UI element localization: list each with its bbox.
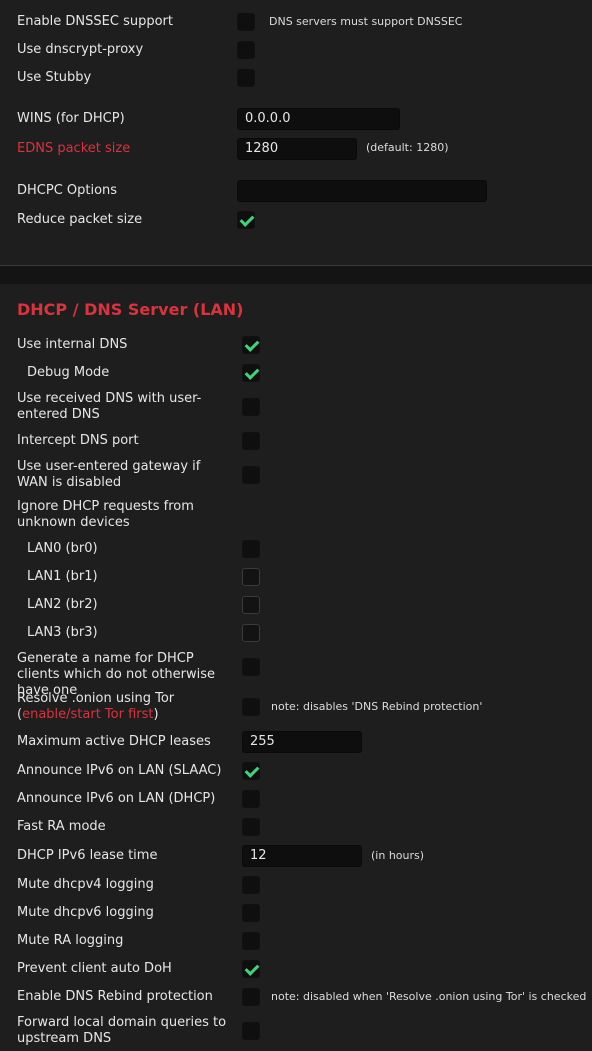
edns-label[interactable]: EDNS packet size <box>17 141 130 157</box>
rebind-note: note: disabled when 'Resolve .onion usin… <box>271 990 587 1003</box>
resolve-onion-checkbox[interactable] <box>242 698 260 716</box>
ipv6-lease-label: DHCP IPv6 lease time <box>17 848 158 863</box>
mute-ra-checkbox[interactable] <box>242 932 260 950</box>
edns-input[interactable]: 1280 <box>237 138 357 160</box>
ipv6-slaac-checkbox[interactable] <box>242 762 260 780</box>
ipv6-dhcp-label: Announce IPv6 on LAN (DHCP) <box>17 791 216 806</box>
debug-mode-checkbox[interactable] <box>242 364 260 382</box>
dnscrypt-label: Use dnscrypt-proxy <box>17 42 144 57</box>
mute-v4-checkbox[interactable] <box>242 876 260 894</box>
reduce-checkbox[interactable] <box>237 211 255 229</box>
max-leases-input[interactable]: 255 <box>242 731 362 753</box>
tor-link-line: (enable/start Tor first) <box>17 707 159 722</box>
reduce-label: Reduce packet size <box>17 212 143 227</box>
max-leases-label: Maximum active DHCP leases <box>17 734 211 749</box>
mute-v6-label: Mute dhcpv6 logging <box>17 905 154 920</box>
section-title: DHCP / DNS Server (LAN) <box>17 300 244 319</box>
mute-ra-label: Mute RA logging <box>17 933 124 948</box>
intercept-dns-checkbox[interactable] <box>242 432 260 450</box>
user-gateway-checkbox[interactable] <box>242 466 260 484</box>
tor-link[interactable]: enable/start Tor first <box>22 707 153 722</box>
lan0-label: LAN0 (br0) <box>27 541 98 556</box>
stubby-checkbox[interactable] <box>237 69 255 87</box>
stubby-label: Use Stubby <box>17 70 92 85</box>
forward-local-label: Forward local domain queries to upstream… <box>17 1015 227 1046</box>
fast-ra-label: Fast RA mode <box>17 819 106 834</box>
forward-local-checkbox[interactable] <box>242 1022 260 1040</box>
resolve-onion-label: Resolve .onion using Tor <box>17 691 175 706</box>
dhcpc-input[interactable] <box>237 180 487 202</box>
section-band <box>0 266 592 284</box>
fast-ra-checkbox[interactable] <box>242 818 260 836</box>
received-dns-label: Use received DNS with user-entered DNS <box>17 391 202 422</box>
wins-input[interactable]: 0.0.0.0 <box>237 108 400 130</box>
ipv6-lease-note: (in hours) <box>371 849 425 862</box>
generate-name-checkbox[interactable] <box>242 658 260 676</box>
dnssec-checkbox[interactable] <box>237 13 255 31</box>
edns-note: (default: 1280) <box>366 141 449 154</box>
prevent-doh-label: Prevent client auto DoH <box>17 961 172 976</box>
mute-v6-checkbox[interactable] <box>242 904 260 922</box>
lan0-checkbox[interactable] <box>242 540 260 558</box>
user-gateway-label: Use user-entered gateway if WAN is disab… <box>17 459 201 490</box>
lan3-label: LAN3 (br3) <box>27 625 98 640</box>
wins-label: WINS (for DHCP) <box>17 111 125 126</box>
dnscrypt-checkbox[interactable] <box>237 41 255 59</box>
ipv6-slaac-label: Announce IPv6 on LAN (SLAAC) <box>17 763 222 778</box>
ipv6-lease-input[interactable]: 12 <box>242 845 362 867</box>
rebind-checkbox[interactable] <box>242 988 260 1006</box>
debug-mode-label: Debug Mode <box>27 365 110 380</box>
lan2-checkbox[interactable] <box>242 596 260 614</box>
lan1-label: LAN1 (br1) <box>27 569 98 584</box>
ignore-dhcp-label: Ignore DHCP requests from unknown device… <box>17 499 194 530</box>
internal-dns-label: Use internal DNS <box>17 337 128 352</box>
lan3-checkbox[interactable] <box>242 624 260 642</box>
lan2-label: LAN2 (br2) <box>27 597 98 612</box>
ipv6-dhcp-checkbox[interactable] <box>242 790 260 808</box>
lan1-checkbox[interactable] <box>242 568 260 586</box>
internal-dns-checkbox[interactable] <box>242 336 260 354</box>
rebind-label: Enable DNS Rebind protection <box>17 989 213 1004</box>
dnssec-label: Enable DNSSEC support <box>17 14 173 29</box>
dhcpc-label: DHCPC Options <box>17 183 118 198</box>
resolve-onion-note: note: disables 'DNS Rebind protection' <box>271 700 483 713</box>
mute-v4-label: Mute dhcpv4 logging <box>17 877 154 892</box>
prevent-doh-checkbox[interactable] <box>242 960 260 978</box>
received-dns-checkbox[interactable] <box>242 398 260 416</box>
intercept-dns-label: Intercept DNS port <box>17 433 139 448</box>
dnssec-note: DNS servers must support DNSSEC <box>269 15 463 28</box>
